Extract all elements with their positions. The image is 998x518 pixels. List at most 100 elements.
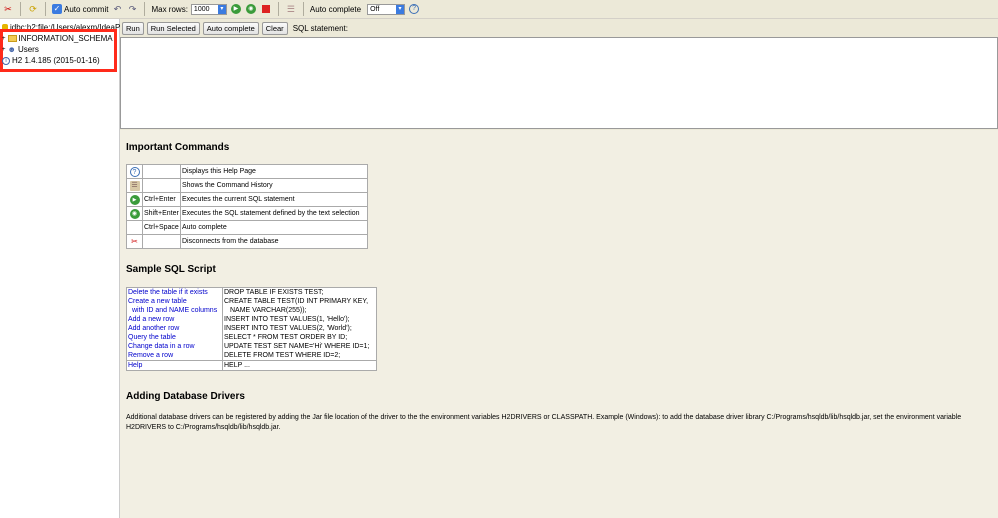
sample-sql-title: Sample SQL Script [126, 264, 216, 275]
run-selected-button[interactable]: Run Selected [146, 21, 200, 35]
sample-link[interactable]: Create a new table [128, 297, 221, 306]
important-commands-title: Important Commands [126, 142, 230, 153]
run-icon: ▶ [129, 194, 140, 205]
icon-cell: ▶ [126, 192, 143, 207]
sample-link[interactable]: Query the table [128, 333, 221, 342]
sample-sql-table: Delete the table if it exists Create a n… [126, 287, 377, 371]
icon-cell [126, 220, 143, 235]
toolbar-separator [20, 2, 21, 16]
icon-cell: ? [126, 164, 143, 179]
schema-tree: jdbc:h2:file:/Users/alexm/IdeaPro + INFO… [0, 19, 127, 518]
sql-line: DROP TABLE IF EXISTS TEST; [224, 289, 324, 296]
sample-link[interactable]: with ID and NAME columns [128, 306, 221, 315]
sample-link[interactable]: Change data in a row [128, 342, 221, 351]
info-icon: i [2, 56, 10, 65]
max-rows-label: Max rows: [151, 4, 188, 14]
tree-item-label: INFORMATION_SCHEMA [18, 34, 113, 43]
commands-table: ? Displays this Help Page ☰ Shows the Co… [126, 164, 368, 249]
auto-complete-label: Auto complete [309, 4, 362, 14]
sample-link[interactable]: Add another row [128, 324, 221, 333]
rollback-icon[interactable]: ↶ [111, 3, 123, 15]
table-row: Ctrl+Space Auto complete [126, 220, 368, 235]
expand-icon[interactable]: + [2, 36, 6, 42]
icon-cell: ✂ [126, 234, 143, 249]
sql-line: INSERT INTO TEST VALUES(1, 'Hello'); [224, 316, 350, 323]
shortcut-cell [142, 234, 181, 249]
help-link[interactable]: Help [128, 362, 142, 369]
icon-cell: ☰ [126, 178, 143, 193]
help-icon[interactable]: ? [408, 3, 420, 15]
sql-line: SELECT * FROM TEST ORDER BY ID; [224, 334, 348, 341]
help-icon: ? [129, 166, 140, 177]
run-selected-icon[interactable]: ◉ [245, 3, 257, 15]
table-row: Delete the table if it exists Create a n… [126, 287, 377, 361]
sample-sql-cell: DROP TABLE IF EXISTS TEST; CREATE TABLE … [222, 287, 377, 361]
disconnect-icon: ✂ [131, 236, 138, 246]
auto-complete-button[interactable]: Auto complete [202, 21, 259, 35]
clear-button[interactable]: Clear [261, 21, 288, 35]
shortcut-cell [142, 178, 181, 193]
shortcut-cell: Shift+Enter [142, 206, 181, 221]
chevron-down-icon: ▾ [217, 4, 226, 14]
table-row: Help HELP ... [126, 360, 377, 371]
expand-icon[interactable]: + [2, 47, 6, 53]
tree-item-users[interactable]: + ☻ Users [2, 44, 39, 55]
checkbox-icon[interactable]: ✓ [52, 4, 62, 14]
folder-icon [7, 35, 17, 42]
auto-commit-checkbox[interactable]: ✓ Auto commit [52, 4, 108, 14]
refresh-icon[interactable]: ⟳ [27, 3, 39, 15]
sample-link[interactable]: Add a new row [128, 315, 221, 324]
disconnect-icon[interactable]: ✂ [2, 3, 14, 15]
version-label: H2 1.4.185 (2015-01-16) [12, 56, 100, 65]
max-rows-select[interactable]: 1000 ▾ [190, 3, 227, 15]
table-row: ▶ Ctrl+Enter Executes the current SQL st… [126, 192, 368, 207]
stop-icon[interactable] [260, 3, 272, 15]
sample-links-cell: Delete the table if it exists Create a n… [126, 287, 223, 361]
sql-line: UPDATE TEST SET NAME='Hi' WHERE ID=1; [224, 343, 370, 350]
max-rows-value: 1000 [193, 5, 210, 13]
description-cell: Displays this Help Page [180, 164, 368, 179]
shortcut-cell: Ctrl+Enter [142, 192, 181, 207]
run-icon[interactable]: ▶ [230, 3, 242, 15]
sql-line: NAME VARCHAR(255)); [230, 307, 307, 314]
query-button-bar: Run Run Selected Auto complete Clear SQL… [120, 19, 348, 37]
shortcut-cell [142, 164, 181, 179]
table-row: ◉ Shift+Enter Executes the SQL statement… [126, 206, 368, 221]
auto-complete-select[interactable]: Off ▾ [367, 3, 406, 15]
sample-link[interactable]: Delete the table if it exists [128, 288, 221, 297]
table-row: ☰ Shows the Command History [126, 178, 368, 193]
tree-item-information-schema[interactable]: + INFORMATION_SCHEMA [2, 33, 113, 44]
auto-commit-label: Auto commit [64, 4, 109, 14]
toolbar-separator [144, 2, 146, 16]
tree-item-label: Users [17, 45, 39, 54]
drivers-description: Additional database drivers can be regis… [126, 414, 962, 431]
toolbar-separator [302, 2, 304, 16]
sample-sql-cell: HELP ... [222, 360, 377, 371]
sample-links-cell: Help [126, 360, 223, 371]
query-panel: Run Run Selected Auto complete Clear SQL… [120, 19, 998, 130]
sample-link[interactable]: Remove a row [128, 351, 221, 360]
commit-icon[interactable]: ↷ [126, 3, 138, 15]
toolbar-separator [45, 2, 46, 16]
description-cell: Executes the SQL statement defined by th… [180, 206, 368, 221]
history-icon: ☰ [129, 180, 140, 191]
run-button[interactable]: Run [122, 21, 144, 35]
icon-cell: ◉ [126, 206, 143, 221]
tree-version: i H2 1.4.185 (2015-01-16) [2, 55, 100, 66]
table-row: ? Displays this Help Page [126, 164, 368, 179]
chevron-down-icon: ▾ [396, 4, 405, 14]
table-row: ✂ Disconnects from the database [126, 234, 368, 249]
sql-statement-label: SQL statement: [292, 23, 348, 33]
description-cell: Executes the current SQL statement [180, 192, 368, 207]
toolbar: ✂ ⟳ ✓ Auto commit ↶ ↷ Max rows: 1000 ▾ ▶… [0, 0, 998, 19]
adding-drivers-title: Adding Database Drivers [126, 391, 245, 402]
description-cell: Shows the Command History [180, 178, 368, 193]
description-cell: Disconnects from the database [180, 234, 368, 249]
run-selected-icon: ◉ [129, 208, 140, 219]
sql-line: CREATE TABLE TEST(ID INT PRIMARY KEY, [224, 298, 369, 305]
history-icon[interactable]: ☰ [285, 3, 297, 15]
sql-line: DELETE FROM TEST WHERE ID=2; [224, 352, 341, 359]
sql-input[interactable] [120, 37, 998, 129]
shortcut-cell: Ctrl+Space [142, 220, 181, 235]
sql-line: INSERT INTO TEST VALUES(2, 'World'); [224, 325, 352, 332]
